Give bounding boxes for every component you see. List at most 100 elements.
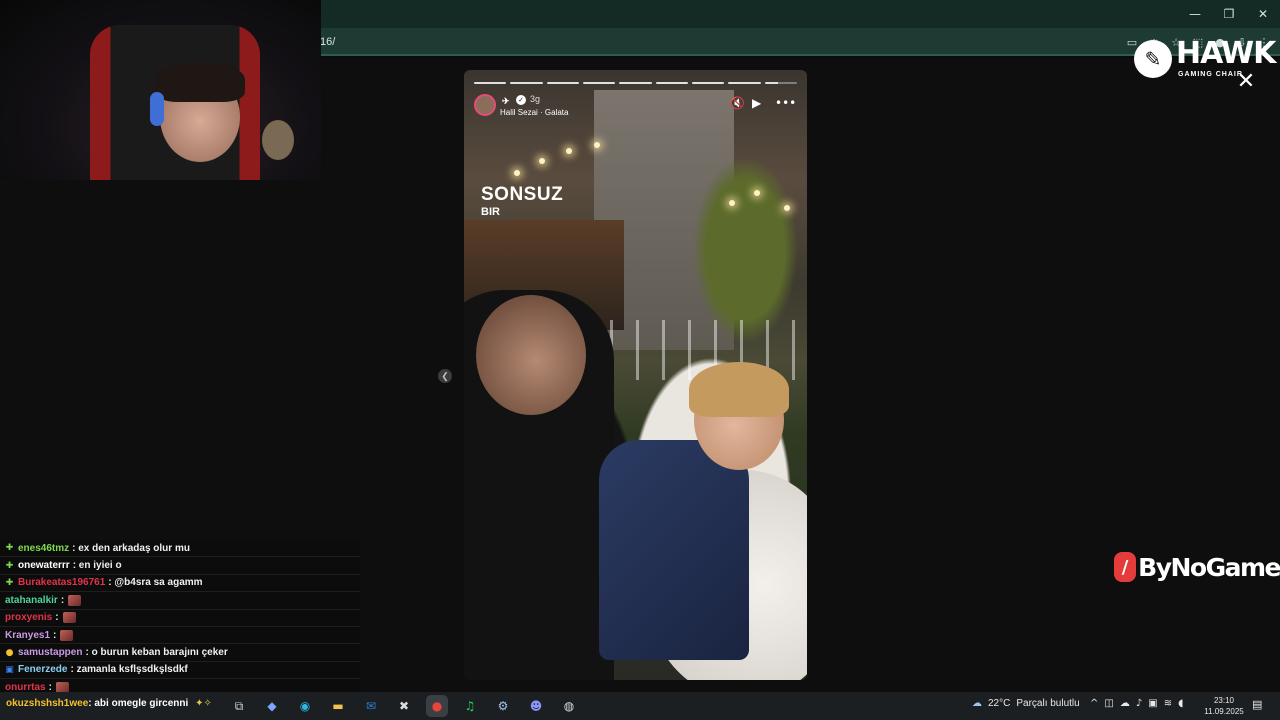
- tray-app-icon[interactable]: ◫: [1104, 698, 1113, 709]
- chat-message: ● samustappen: o burun keban barajını çek…: [0, 644, 360, 662]
- bynogame-text: ByNoGame: [1138, 552, 1280, 582]
- man-head: [476, 295, 586, 415]
- plush-toy: [262, 120, 294, 160]
- more-options-icon[interactable]: •••: [775, 96, 796, 110]
- emote-icon: [62, 612, 76, 624]
- clock-date: 11.09.2025: [1204, 707, 1244, 716]
- plus-icon: ✚: [5, 560, 14, 571]
- sparkle-icon: ✦✧: [195, 698, 212, 709]
- chat-message: Kranyes1:: [0, 627, 360, 645]
- chat-message: proxyenis:: [0, 610, 360, 627]
- weather-temp: 22°C: [988, 698, 1011, 709]
- chat-username[interactable]: Burakeatas196761: [18, 577, 105, 588]
- progress-segment: [546, 82, 579, 84]
- xbox-icon[interactable]: ✖: [393, 695, 415, 717]
- play-icon[interactable]: ▶: [752, 96, 761, 110]
- steam-icon[interactable]: ⚙: [492, 695, 514, 717]
- chat-message: ▣ Fenerzede: zamanla ksflşsdkşlsdkf: [0, 662, 360, 680]
- clock-time: 23:10: [1213, 696, 1235, 705]
- headset: [150, 92, 164, 126]
- display-icon[interactable]: ▣: [1148, 698, 1157, 709]
- notification-icon[interactable]: ▤: [1252, 698, 1262, 711]
- chevron-up-icon[interactable]: ^: [1090, 698, 1098, 709]
- chat-username[interactable]: atahanalkir: [5, 595, 58, 606]
- progress-segment: [619, 82, 652, 84]
- chat-text: : ex den arkadaş olur mu: [72, 542, 190, 554]
- url-field[interactable]: 16/: [320, 36, 335, 48]
- story-header: ✈ ✓ 3g Halil Sezai · Galata 🔇 ▶ •••: [474, 92, 797, 122]
- volume-icon[interactable]: ◖: [1178, 698, 1183, 709]
- chat-username[interactable]: enes46tmz: [18, 543, 69, 554]
- chat-text: :: [53, 629, 57, 641]
- progress-segment: [510, 82, 543, 84]
- child-body: [599, 440, 749, 660]
- file-explorer-icon[interactable]: ▬: [327, 695, 349, 717]
- emote-icon: [68, 594, 82, 606]
- minimize-button[interactable]: —: [1178, 0, 1212, 28]
- chat-message: ✚ enes46tmz: ex den arkadaş olur mu: [0, 540, 360, 558]
- taskbar-clock[interactable]: 23:10 11.09.2025: [1204, 695, 1244, 717]
- child-hair: [689, 362, 789, 417]
- verified-icon: ✓: [516, 95, 526, 105]
- chat-text: : o burun keban barajını çeker: [85, 647, 228, 659]
- window-controls: — ❐ ✕: [1178, 0, 1280, 28]
- chat-text: : @b4sra sa agamm: [108, 577, 203, 589]
- previous-story-button[interactable]: ❮: [438, 369, 452, 383]
- chat-message: ✚ onewaterrr: en iyiei o: [0, 557, 360, 575]
- spotify-icon[interactable]: ♫: [459, 695, 481, 717]
- chat-latest-message: okuzshshsh1wee: abi omegle gircenni ✦✧: [6, 698, 212, 709]
- chat-text: : zamanla ksflşsdkşlsdkf: [70, 664, 188, 676]
- chat-input-user: okuzshshsh1wee: [6, 698, 89, 709]
- weather-icon: ☁: [972, 698, 982, 709]
- close-window-button[interactable]: ✕: [1246, 0, 1280, 28]
- progress-segment: [474, 82, 507, 84]
- chat-input-text: : abi omegle gircenni: [88, 698, 189, 709]
- weather-text: Parçalı bulutlu: [1016, 698, 1080, 709]
- story-music[interactable]: Halil Sezai · Galata: [500, 108, 568, 117]
- mute-icon[interactable]: 🔇: [730, 96, 745, 110]
- story-progress: [474, 82, 797, 84]
- coin-icon: ●: [5, 647, 14, 658]
- story-sticker-subtitle: BIR: [481, 206, 500, 218]
- screen: — ❐ ✕ 16/ ▭ ◌ ☆ ⬚ ● ⇩ ⋮: [0, 0, 1280, 720]
- hawk-logo: ✎ HAWK GAMING CHAIR: [1132, 36, 1276, 84]
- tray-cloud-icon[interactable]: ☁: [1120, 698, 1130, 709]
- chat-text: :: [60, 594, 65, 606]
- story-time: 3g: [530, 94, 541, 104]
- bynogame-logo: / ByNoGame: [1114, 550, 1280, 584]
- hawk-subtitle: GAMING CHAIR: [1178, 71, 1243, 78]
- story-username-icon[interactable]: ✈: [502, 96, 510, 107]
- progress-segment: [691, 82, 725, 84]
- chat-text: : en iyiei o: [72, 560, 122, 572]
- chat-message: ✚ Burakeatas196761: @b4sra sa agamm: [0, 575, 360, 593]
- progress-segment: [582, 82, 616, 84]
- chat-username[interactable]: Fenerzede: [18, 664, 67, 675]
- wifi-icon[interactable]: ≋: [1164, 698, 1172, 709]
- chat-username[interactable]: Kranyes1: [5, 630, 50, 641]
- chat-message: atahanalkir:: [0, 592, 360, 610]
- child-figure: [599, 362, 789, 660]
- chat-username[interactable]: onewaterrr: [18, 560, 70, 571]
- emote-icon: [60, 629, 74, 641]
- streamer-hair: [155, 62, 245, 102]
- copilot-icon[interactable]: ◆: [261, 695, 283, 717]
- chrome-icon[interactable]: ●: [426, 695, 448, 717]
- avatar[interactable]: [474, 94, 496, 116]
- chat-text: :: [55, 612, 59, 624]
- restore-button[interactable]: ❐: [1212, 0, 1246, 28]
- obs-icon[interactable]: ◍: [558, 695, 580, 717]
- hawk-name: HAWK: [1176, 36, 1276, 71]
- story-viewer[interactable]: ✈ ✓ 3g Halil Sezai · Galata 🔇 ▶ ••• SONS…: [464, 70, 807, 680]
- weather-widget[interactable]: ☁ 22°C Parçalı bulutlu: [972, 698, 1080, 709]
- edge-icon[interactable]: ◉: [294, 695, 316, 717]
- discord-icon[interactable]: ☻: [525, 695, 547, 717]
- outlook-icon[interactable]: ✉: [360, 695, 382, 717]
- taskbar-apps: ⧉ ◆ ◉ ▬ ✉ ✖ ● ♫ ⚙ ☻ ◍: [228, 695, 580, 717]
- plus-icon: ✚: [5, 543, 14, 554]
- chat-username[interactable]: samustappen: [18, 647, 82, 658]
- task-view-icon[interactable]: ⧉: [228, 695, 250, 717]
- mic-icon[interactable]: ♪: [1136, 698, 1142, 709]
- sub-badge-icon: ▣: [5, 664, 14, 675]
- plus-icon: ✚: [5, 577, 14, 588]
- chat-username[interactable]: proxyenis: [5, 612, 52, 623]
